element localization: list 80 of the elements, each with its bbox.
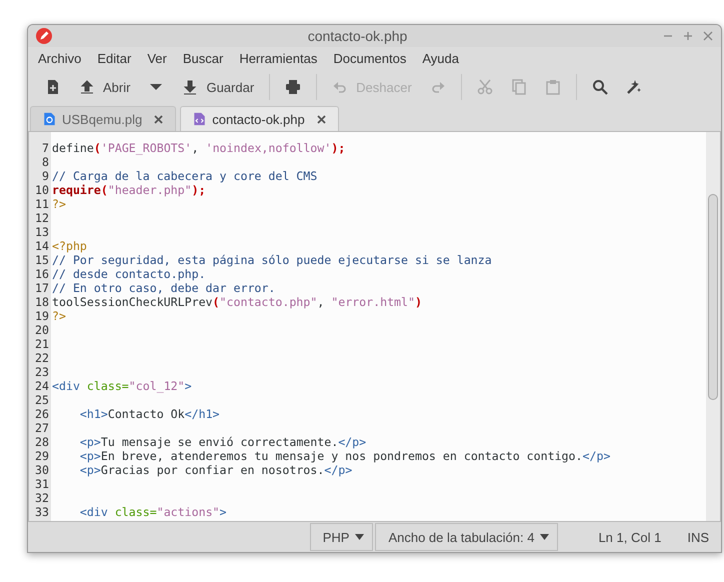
scissors-icon xyxy=(476,79,493,95)
line-number: 10 xyxy=(34,183,49,197)
line-number: 31 xyxy=(34,477,49,491)
code-line: ?> xyxy=(52,197,67,211)
line-number: 7 xyxy=(41,141,49,155)
scrollbar[interactable] xyxy=(706,132,720,521)
code-line: // Carga de la cabecera y core del CMS xyxy=(52,169,318,183)
line-number: 11 xyxy=(34,197,49,211)
new-document-icon xyxy=(45,79,61,95)
line-number: 25 xyxy=(34,393,49,407)
line-number: 19 xyxy=(34,309,49,323)
window-title: contacto-ok.php xyxy=(306,28,408,44)
toolbar-button[interactable]: Guardar xyxy=(173,75,264,99)
code-line: <?php xyxy=(52,239,88,253)
undo-icon xyxy=(332,79,348,95)
code-line: ?> xyxy=(52,309,67,323)
code-line: <p>Tu mensaje se envió correctamente.</p> xyxy=(78,435,368,449)
tab-label: USBqemu.plg xyxy=(62,112,142,126)
line-number: 28 xyxy=(34,435,49,449)
line-number: 22 xyxy=(34,351,49,365)
dropdown-button[interactable]: PHP xyxy=(310,523,374,551)
menu-item[interactable]: Archivo xyxy=(30,50,90,66)
dropdown-button[interactable]: Ancho de la tabulación: 4 xyxy=(375,523,558,551)
line-number: 20 xyxy=(34,323,49,337)
document-icon xyxy=(43,112,56,126)
menu-item[interactable]: Ver xyxy=(139,50,175,66)
copy-icon xyxy=(510,79,527,95)
close-icon[interactable] xyxy=(316,114,326,124)
document-tab[interactable]: USBqemu.plg xyxy=(30,106,176,131)
clipboard-icon xyxy=(544,79,561,95)
line-number: 30 xyxy=(34,463,49,477)
code-line: define('PAGE_ROBOTS', 'noindex,nofollow'); xyxy=(52,141,346,155)
line-number: 14 xyxy=(34,239,49,253)
code-line: require("header.php"); xyxy=(52,183,207,197)
line-number: 23 xyxy=(34,365,49,379)
code-line: toolSessionCheckURLPrev("contacto.php", "error.html") xyxy=(52,295,423,309)
insert-mode: INS xyxy=(686,530,709,544)
line-number: 16 xyxy=(34,267,49,281)
menu-item[interactable]: Buscar xyxy=(174,50,232,66)
code-line: <p>Gracias por confiar en nosotros.</p> xyxy=(78,463,354,477)
code-line: <p>En breve, atenderemos tu mensaje y nos pondremos en contacto contigo.</p> xyxy=(78,449,612,463)
line-number: 17 xyxy=(34,281,49,295)
close-icon[interactable] xyxy=(154,114,164,124)
app-pencil-icon xyxy=(36,28,52,44)
code-line: // Por seguridad, esta página sólo puede ejecutarse si se lanza xyxy=(52,253,493,267)
code-line: <div class="actions"> xyxy=(78,505,228,519)
line-number: 8 xyxy=(41,155,49,169)
menu-item[interactable]: Documentos xyxy=(325,50,414,66)
menu-item[interactable]: Editar xyxy=(89,50,140,66)
line-number: 13 xyxy=(34,225,49,239)
document-tab[interactable]: contacto-ok.php xyxy=(180,106,339,131)
code-file-icon xyxy=(193,112,206,126)
tab-label: contacto-ok.php xyxy=(212,112,305,126)
line-number: 26 xyxy=(34,407,49,421)
line-number: 27 xyxy=(34,421,49,435)
line-number: 29 xyxy=(34,449,49,463)
code-line: <h1>Contacto Ok</h1> xyxy=(78,407,221,421)
upload-icon xyxy=(79,79,95,95)
line-number: 32 xyxy=(34,491,49,505)
toolbar-button[interactable]: Abrir xyxy=(70,75,140,99)
download-icon xyxy=(182,79,198,95)
code-line: // desde contacto.php. xyxy=(52,267,207,281)
line-number: 15 xyxy=(34,253,49,267)
code-line: // En otro caso, debe dar error. xyxy=(52,281,276,295)
magic-wand-icon xyxy=(626,79,642,95)
code-line: <div class="col_12"> xyxy=(52,379,193,393)
maximize-icon[interactable] xyxy=(683,31,693,41)
menu-item[interactable]: Herramientas xyxy=(231,50,326,66)
line-number: 33 xyxy=(34,505,49,519)
search-icon xyxy=(592,79,608,95)
menu-item[interactable]: Ayuda xyxy=(414,50,467,66)
line-number: 12 xyxy=(34,211,49,225)
line-number: 24 xyxy=(34,379,49,393)
line-number: 21 xyxy=(34,337,49,351)
line-number: 9 xyxy=(41,169,49,183)
caret-icon xyxy=(540,534,550,540)
line-number: 18 xyxy=(34,295,49,309)
caret-icon xyxy=(355,534,364,540)
redo-icon xyxy=(430,79,446,95)
cursor-position: Ln 1, Col 1 xyxy=(597,530,662,544)
